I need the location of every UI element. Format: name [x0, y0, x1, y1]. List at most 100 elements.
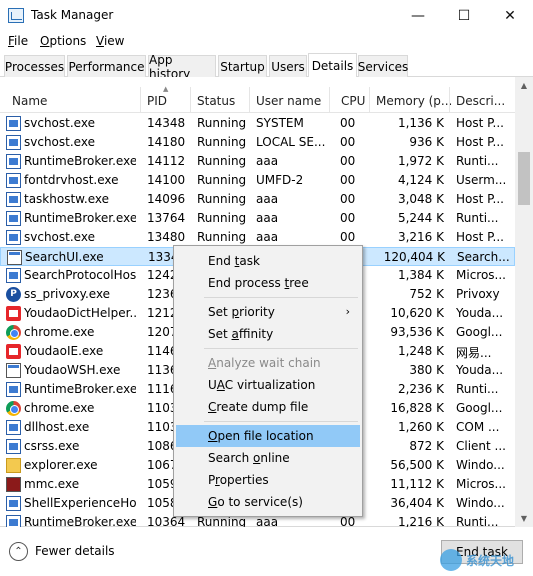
- scroll-up-icon[interactable]: ▲: [515, 77, 533, 94]
- cell-description: Userm...: [456, 173, 507, 187]
- context-menu-item[interactable]: Go to service(s): [176, 491, 360, 513]
- cell-cpu: 00: [340, 135, 356, 149]
- cell-name: YoudaoDictHelper....: [24, 306, 136, 320]
- context-menu-item[interactable]: Create dump file: [176, 396, 360, 418]
- table-row[interactable]: svchost.exe 14180 Running LOCAL SE... 00 936 …: [0, 133, 515, 152]
- youdao-icon: [6, 344, 21, 359]
- context-menu-item: Analyze wait chain: [208, 356, 321, 370]
- column-divider[interactable]: [449, 87, 450, 113]
- table-row[interactable]: taskhostw.exe 14096 Running aaa 00 3,048 K Hos…: [0, 190, 515, 209]
- cell-pid: 13480: [147, 230, 186, 244]
- menu-bar: File Options View: [0, 31, 533, 53]
- service-icon: [6, 173, 21, 188]
- cell-memory: 752 K: [409, 287, 444, 301]
- tab-processes[interactable]: Processes: [4, 55, 65, 77]
- cell-description: 网易...: [456, 346, 492, 360]
- scrollbar-thumb[interactable]: [518, 152, 530, 205]
- vertical-scrollbar[interactable]: ▲ ▼: [515, 77, 533, 527]
- column-header-pid[interactable]: PID: [147, 94, 167, 108]
- tab-performance[interactable]: Performance: [67, 55, 146, 77]
- cell-status: Running: [197, 116, 247, 130]
- menu-separator: [204, 348, 358, 349]
- table-row[interactable]: RuntimeBroker.exe 13764 Running aaa 00 5,244 …: [0, 209, 515, 228]
- chrome-icon: [6, 325, 21, 340]
- cell-description: Client ...: [456, 439, 506, 453]
- cell-description: Googl...: [456, 401, 503, 415]
- cell-cpu: 00: [340, 154, 356, 168]
- maximize-button[interactable]: ☐: [441, 0, 487, 31]
- privoxy-icon: P: [6, 287, 21, 302]
- column-divider[interactable]: [329, 87, 330, 113]
- cell-pid: 14096: [147, 192, 186, 206]
- cell-description: Youda...: [456, 363, 504, 377]
- cell-name: RuntimeBroker.exe: [24, 382, 136, 396]
- cell-name: RuntimeBroker.exe: [24, 211, 136, 225]
- close-button[interactable]: ✕: [487, 0, 533, 31]
- context-menu-item[interactable]: UAC virtualization: [176, 374, 360, 396]
- window-title: Task Manager: [31, 8, 114, 22]
- column-header-user-name[interactable]: User name: [256, 94, 321, 108]
- cell-memory: 10,620 K: [390, 306, 444, 320]
- cell-memory: 1,260 K: [397, 420, 444, 434]
- cell-name: YoudaoIE.exe: [24, 344, 104, 358]
- scroll-down-icon[interactable]: ▼: [515, 510, 533, 527]
- context-menu-item[interactable]: Search online: [176, 447, 360, 469]
- task-manager-icon: [8, 8, 24, 23]
- table-row[interactable]: RuntimeBroker.exe 14112 Running aaa 00 1,972 …: [0, 152, 515, 171]
- column-divider[interactable]: [190, 87, 191, 113]
- tab-details[interactable]: Details: [308, 53, 357, 78]
- cell-memory: 4,124 K: [397, 173, 444, 187]
- column-divider[interactable]: [140, 87, 141, 113]
- column-divider[interactable]: [249, 87, 250, 113]
- context-menu-item[interactable]: Properties: [176, 469, 360, 491]
- cell-status: Running: [197, 230, 247, 244]
- cell-description: Host P...: [456, 135, 504, 149]
- cell-status: Running: [197, 154, 247, 168]
- menu-file[interactable]: File: [8, 34, 28, 48]
- cell-name: taskhostw.exe: [24, 192, 109, 206]
- cell-memory: 93,536 K: [390, 325, 444, 339]
- context-menu: End task End process tree Set priority › Set…: [173, 245, 363, 517]
- context-menu-item[interactable]: Open file location: [176, 425, 360, 447]
- cell-name: YoudaoWSH.exe: [24, 363, 121, 377]
- service-icon: [6, 192, 21, 207]
- youdao-icon: [6, 306, 21, 321]
- cell-pid: 14100: [147, 173, 186, 187]
- cell-name: fontdrvhost.exe: [24, 173, 119, 187]
- menu-options[interactable]: Options: [40, 34, 86, 48]
- cell-description: Host P...: [456, 192, 504, 206]
- context-menu-item[interactable]: Set affinity: [176, 323, 360, 345]
- service-icon: [6, 230, 21, 245]
- column-header-cpu[interactable]: CPU: [341, 94, 365, 108]
- tab-startup[interactable]: Startup: [218, 55, 267, 77]
- cell-memory: 1,384 K: [397, 268, 444, 282]
- cell-description: Windo...: [456, 458, 505, 472]
- chevron-up-icon[interactable]: ⌃: [9, 542, 28, 561]
- column-header-name[interactable]: Name: [12, 94, 47, 108]
- cell-memory: 3,048 K: [397, 192, 444, 206]
- cell-name: mmc.exe: [24, 477, 80, 491]
- cell-description: Googl...: [456, 325, 503, 339]
- cell-memory: 1,136 K: [397, 116, 444, 130]
- column-header-status[interactable]: Status: [197, 94, 235, 108]
- context-menu-item[interactable]: Set priority ›: [176, 301, 360, 323]
- tab-app-history[interactable]: App history: [148, 53, 216, 81]
- cell-status: Running: [197, 135, 247, 149]
- column-divider[interactable]: [369, 87, 370, 113]
- tab-users[interactable]: Users: [269, 55, 307, 77]
- tab-services[interactable]: Services: [358, 55, 408, 77]
- context-menu-item[interactable]: End process tree: [176, 272, 360, 294]
- service-icon: [6, 116, 21, 131]
- explorer-icon: [6, 458, 21, 473]
- menu-view[interactable]: View: [96, 34, 124, 48]
- column-header-description[interactable]: Descri...: [456, 94, 505, 108]
- table-row[interactable]: svchost.exe 14348 Running SYSTEM 00 1,136 K Ho…: [0, 114, 515, 133]
- column-header-memory[interactable]: Memory (p...: [376, 94, 452, 108]
- cell-cpu: 00: [340, 116, 356, 130]
- minimize-button[interactable]: —: [395, 0, 441, 31]
- table-row[interactable]: fontdrvhost.exe 14100 Running UMFD-2 00 4,124…: [0, 171, 515, 190]
- fewer-details-link[interactable]: Fewer details: [35, 544, 115, 558]
- menu-separator: [204, 297, 358, 298]
- cell-description: Privoxy: [456, 287, 500, 301]
- context-menu-item[interactable]: End task: [176, 250, 360, 272]
